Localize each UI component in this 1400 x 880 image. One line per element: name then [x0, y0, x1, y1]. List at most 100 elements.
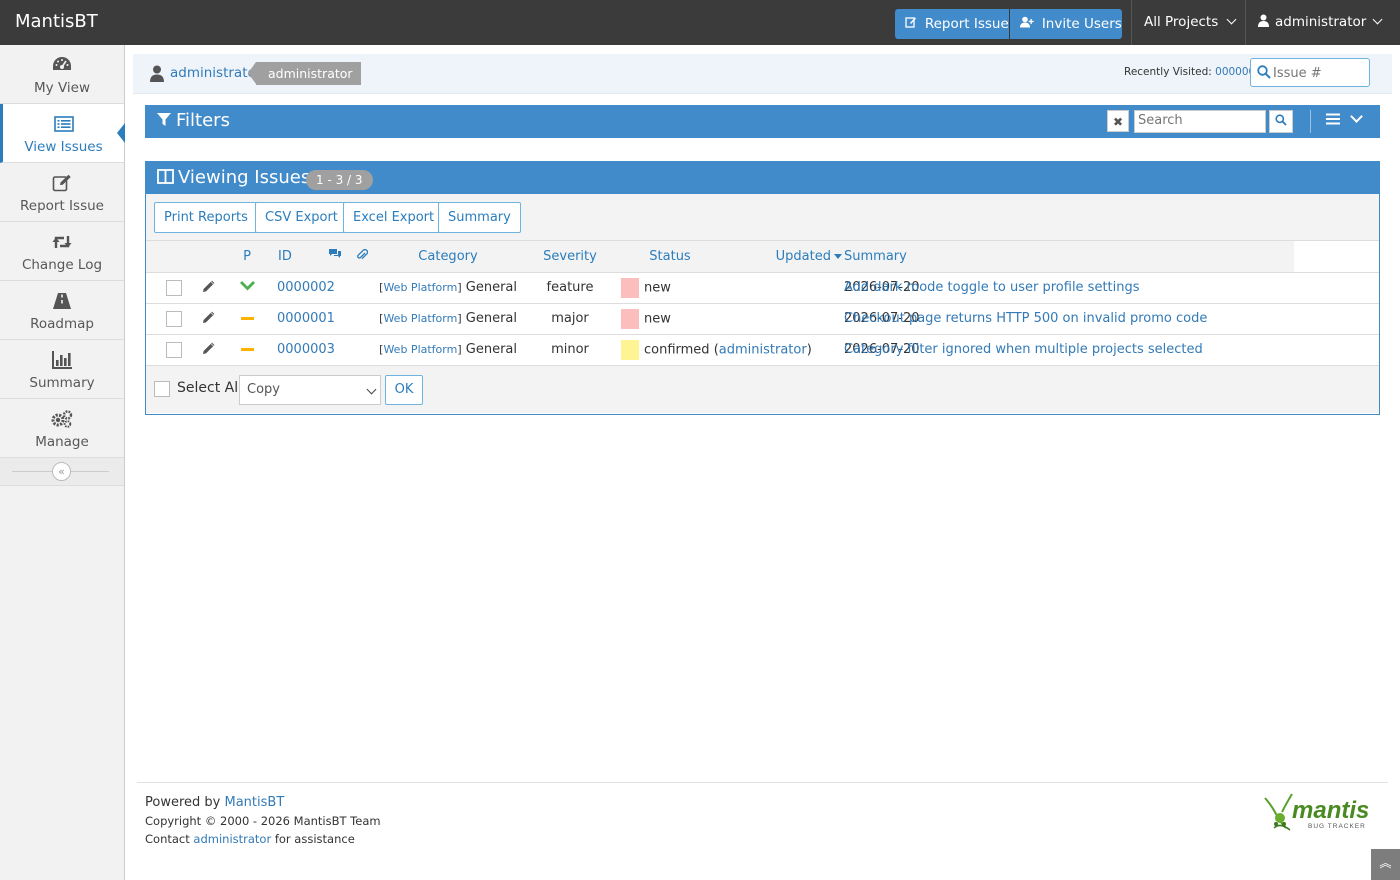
status-handler-link[interactable]: administrator: [719, 342, 807, 357]
edit-column-header: [201, 241, 217, 273]
csv-export-button[interactable]: CSV Export: [255, 202, 348, 233]
chevron-down-icon: [1226, 14, 1237, 25]
issue-id-link[interactable]: 0000002: [277, 280, 335, 295]
issue-summary-link[interactable]: Category filter ignored when multiple pr…: [844, 342, 1203, 357]
sidebar-item-label: Change Log: [21, 257, 103, 273]
sidebar-item-manage[interactable]: Manage: [0, 399, 124, 458]
project-link[interactable]: Web Platform: [383, 312, 457, 325]
row-checkbox[interactable]: [165, 279, 182, 296]
category-cell: [Web Platform] General: [376, 272, 520, 304]
select-all-label[interactable]: Select All: [177, 380, 242, 396]
category-column-header[interactable]: Category: [376, 241, 520, 273]
mantisbt-link[interactable]: MantisBT: [225, 795, 285, 810]
row-select-cell: [146, 334, 201, 366]
report-issue-button[interactable]: Report Issue: [895, 9, 1009, 39]
status-color-swatch: [621, 339, 639, 360]
invite-users-button[interactable]: Invite Users: [1010, 9, 1122, 39]
sidebar-item-my-view[interactable]: My View: [0, 45, 124, 104]
status-value: new: [644, 311, 671, 326]
sidebar-item-change-log[interactable]: Change Log: [0, 222, 124, 281]
logo-wordmark: mantis: [1292, 797, 1368, 824]
issue-id-link[interactable]: 0000003: [277, 342, 335, 357]
user-icon: [150, 65, 164, 86]
logo-subtitle: BUG TRACKER: [1308, 823, 1366, 830]
chevron-down-icon: [366, 384, 377, 394]
project-link[interactable]: Web Platform: [383, 281, 457, 294]
recently-visited-label: Recently Visited:: [1124, 66, 1212, 78]
updated-column-header[interactable]: Updated: [720, 241, 844, 273]
category-value: General: [465, 311, 517, 326]
priority-cell: [217, 334, 277, 366]
sidebar-item-view-issues[interactable]: View Issues: [0, 104, 125, 163]
updated-column-label: Updated: [775, 248, 831, 264]
id-cell: 0000002: [277, 272, 335, 304]
close-icon: ✖: [1112, 115, 1124, 129]
priority-column-header[interactable]: P: [217, 241, 277, 273]
pencil-icon[interactable]: [202, 280, 216, 297]
brand-logo[interactable]: MantisBT: [15, 11, 98, 32]
issue-jump-field[interactable]: [1250, 58, 1370, 87]
attachments-cell: [348, 272, 376, 304]
list-icon: [3, 114, 124, 134]
issue-summary-link[interactable]: Checkout page returns HTTP 500 on invali…: [844, 311, 1207, 326]
row-checkbox[interactable]: [165, 310, 182, 327]
project-selector-dropdown[interactable]: All Projects: [1131, 0, 1246, 45]
sidebar-item-summary[interactable]: Summary: [0, 340, 124, 399]
copyright-text: Copyright © 2000 - 2026 MantisBT Team: [145, 814, 381, 828]
scroll-to-top-button[interactable]: ︽: [1371, 849, 1400, 880]
sidebar-collapse-toggle[interactable]: «: [0, 458, 124, 486]
double-chevron-left-icon[interactable]: «: [52, 462, 71, 481]
filter-menu-icon[interactable]: [1326, 113, 1340, 129]
edit-icon: [905, 17, 921, 31]
priority-cell: [217, 272, 277, 304]
pencil-icon[interactable]: [202, 311, 216, 328]
category-value: General: [465, 342, 517, 357]
pencil-icon[interactable]: [202, 342, 216, 359]
comments-icon: [328, 249, 342, 264]
filter-search-box: [1134, 110, 1266, 133]
bar-chart-icon: [0, 350, 124, 370]
row-checkbox[interactable]: [165, 341, 182, 358]
bulk-action-value: Copy: [247, 381, 280, 397]
sidebar-item-roadmap[interactable]: Roadmap: [0, 281, 124, 340]
summary-column-header[interactable]: Summary: [844, 241, 1294, 273]
bulk-action-select[interactable]: Copy: [239, 374, 381, 405]
excel-export-button[interactable]: Excel Export: [343, 202, 445, 233]
project-tag: [Web Platform]: [379, 281, 462, 294]
filter-search-button[interactable]: [1269, 110, 1293, 133]
attachments-column-header[interactable]: [348, 241, 376, 273]
status-column-header[interactable]: Status: [620, 241, 720, 273]
project-link[interactable]: Web Platform: [383, 343, 457, 356]
filter-search-input[interactable]: [1135, 111, 1261, 130]
clear-search-button[interactable]: ✖: [1107, 110, 1129, 132]
summary-button[interactable]: Summary: [438, 202, 521, 233]
bulk-action-ok-button[interactable]: OK: [385, 374, 423, 405]
row-edit-cell: [201, 272, 217, 304]
road-icon: [0, 291, 124, 311]
project-selector-label: All Projects: [1144, 14, 1219, 30]
attachments-cell: [348, 334, 376, 366]
table-header-row: P ID Category Severity Status Updated Su…: [146, 241, 1379, 273]
chevron-down-icon[interactable]: [1350, 110, 1363, 123]
issue-summary-link[interactable]: Add dark mode toggle to user profile set…: [844, 280, 1140, 295]
chevron-down-icon: [1372, 14, 1383, 25]
id-cell: 0000003: [277, 334, 335, 366]
severity-cell: major: [520, 303, 620, 335]
sidebar-item-label: View Issues: [24, 139, 103, 155]
category-value: General: [465, 280, 517, 295]
mantis-logo[interactable]: mantis BUG TRACKER: [1262, 792, 1369, 836]
id-column-header[interactable]: ID: [277, 241, 322, 273]
sidebar-item-label: Summary: [29, 375, 95, 391]
severity-column-header[interactable]: Severity: [520, 241, 620, 273]
retweet-icon: [0, 232, 124, 252]
sidebar-item-report-issue[interactable]: Report Issue: [0, 163, 124, 222]
issue-id-link[interactable]: 0000001: [277, 311, 335, 326]
user-menu-dropdown[interactable]: administrator: [1245, 0, 1400, 45]
print-reports-button[interactable]: Print Reports: [154, 202, 258, 233]
filters-header[interactable]: Filters: [157, 110, 230, 131]
category-cell: [Web Platform] General: [376, 334, 520, 366]
issue-number-input[interactable]: [1273, 63, 1363, 83]
notes-column-header[interactable]: [322, 241, 348, 273]
contact-admin-link[interactable]: administrator: [193, 832, 271, 846]
select-all-checkbox[interactable]: [154, 380, 170, 397]
